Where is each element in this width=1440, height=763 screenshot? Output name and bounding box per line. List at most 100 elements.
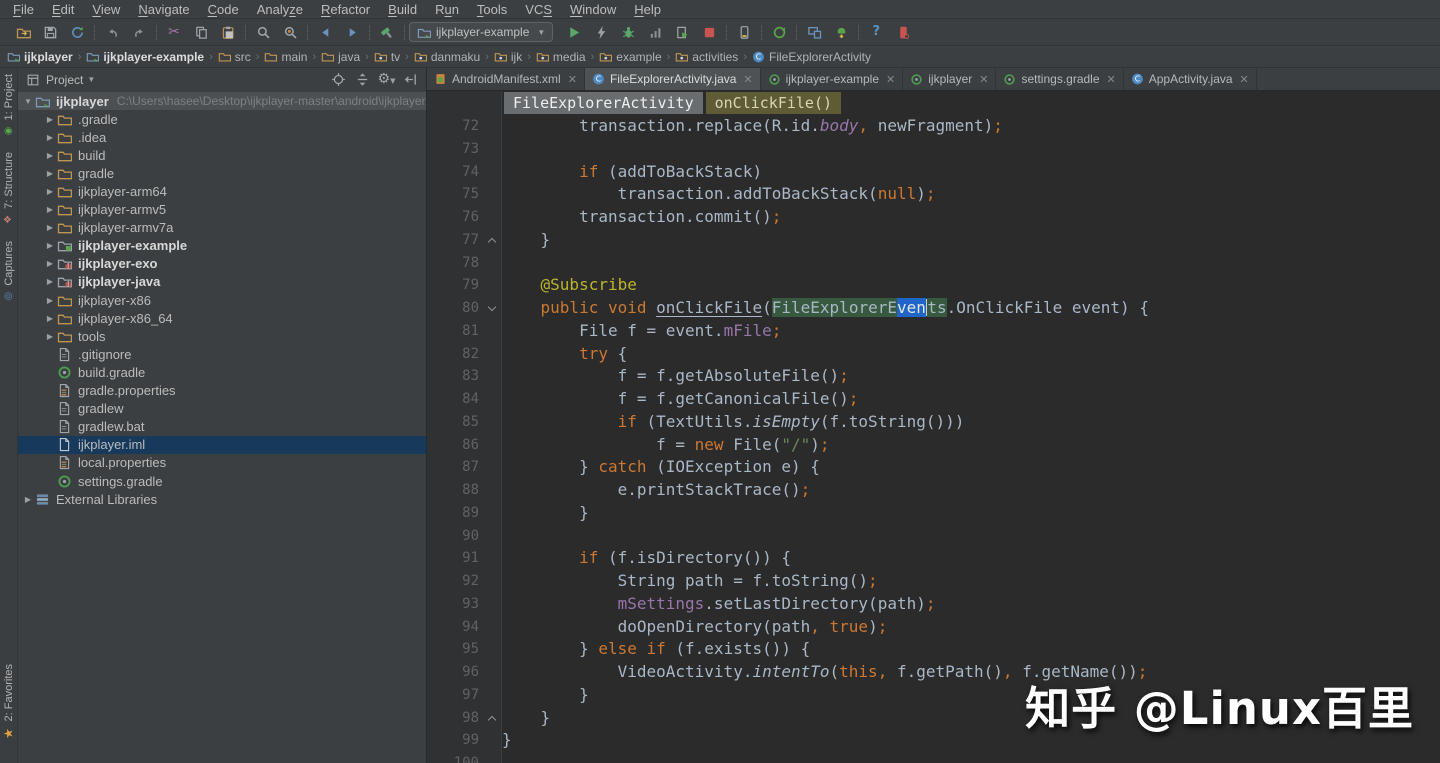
menu-item-view[interactable]: View [83,2,129,17]
tree-item-gitignore[interactable]: .gitignore [18,345,426,363]
hide-panel-icon[interactable] [403,72,418,87]
code-line-81[interactable]: File f = event.mFile; [502,320,1440,343]
tab-appactivity-java[interactable]: C AppActivity.java ✕ [1123,68,1257,90]
open-icon[interactable] [15,24,31,40]
code-line-83[interactable]: f = f.getAbsoluteFile(); [502,365,1440,388]
breadcrumb-item-media[interactable]: media [535,50,587,64]
code-line-86[interactable]: f = new File("/"); [502,434,1440,457]
code-line-79[interactable]: @Subscribe [502,274,1440,297]
back-icon[interactable] [317,24,333,40]
attach-icon[interactable] [674,24,690,40]
menu-item-code[interactable]: Code [199,2,248,17]
code-line-75[interactable]: transaction.addToBackStack(null); [502,183,1440,206]
tree-item-settings-gradle[interactable]: settings.gradle [18,472,426,490]
close-icon[interactable]: ✕ [1240,73,1249,86]
code-line-88[interactable]: e.printStackTrace(); [502,479,1440,502]
tree-item-gradlew[interactable]: gradlew [18,400,426,418]
menu-item-refactor[interactable]: Refactor [312,2,379,17]
gear-icon[interactable]: ⚙▼ [378,71,396,87]
chevron-right-icon[interactable]: ▶ [45,205,55,214]
stop-icon[interactable] [701,24,717,40]
tab-settings-gradle[interactable]: settings.gradle ✕ [996,68,1124,90]
breadcrumb-item-ijkplayer-example[interactable]: ijkplayer-example [85,50,205,64]
code-line-78[interactable] [502,252,1440,275]
close-icon[interactable]: ✕ [886,73,895,86]
tool-window-button-captures[interactable]: ◎ Captures [3,241,15,302]
debug-icon[interactable] [620,24,636,40]
chevron-right-icon[interactable]: ▶ [45,133,55,142]
chevron-right-icon[interactable]: ▶ [45,314,55,323]
tree-item-ijkplayer-java[interactable]: ▶ ijkplayer-java [18,273,426,291]
run-icon[interactable] [566,24,582,40]
build-icon[interactable] [379,24,395,40]
code-line-93[interactable]: mSettings.setLastDirectory(path); [502,593,1440,616]
breadcrumb-item-ijkplayer[interactable]: ijkplayer [6,50,74,64]
find-icon[interactable] [255,24,271,40]
gradle-sync-icon[interactable] [771,24,787,40]
tree-item-idea[interactable]: ▶ .idea [18,128,426,146]
code-line-92[interactable]: String path = f.toString(); [502,570,1440,593]
tree-item-ijkplayer[interactable]: ▼ ijkplayer C:\Users\hasee\Desktop\ijkplay… [18,92,426,111]
code-line-76[interactable]: transaction.commit(); [502,206,1440,229]
tool-window-button-2-favorites[interactable]: ★ 2: Favorites [1,664,15,740]
menu-item-help[interactable]: Help [625,2,670,17]
collapse-all-icon[interactable] [355,72,370,87]
close-icon[interactable]: ✕ [743,73,752,86]
tree-item-build-gradle[interactable]: build.gradle [18,363,426,381]
tree-item-ijkplayer-armv7a[interactable]: ▶ ijkplayer-armv7a [18,219,426,237]
chevron-right-icon[interactable]: ▶ [23,495,33,504]
tab-androidmanifest-xml[interactable]: AndroidManifest.xml ✕ [427,68,585,90]
tree-item-gradle[interactable]: ▶ gradle [18,164,426,182]
tree-item-gradlew-bat[interactable]: gradlew.bat [18,418,426,436]
chevron-right-icon[interactable]: ▶ [45,259,55,268]
breadcrumb-item-tv[interactable]: tv [373,50,401,64]
code-line-95[interactable]: } else if (f.exists()) { [502,638,1440,661]
code-line-85[interactable]: if (TextUtils.isEmpty(f.toString())) [502,411,1440,434]
menu-item-window[interactable]: Window [561,2,625,17]
redo-icon[interactable] [131,24,147,40]
close-icon[interactable]: ✕ [1107,73,1116,86]
tab-ijkplayer-example[interactable]: ijkplayer-example ✕ [760,68,904,90]
code-line-90[interactable] [502,525,1440,548]
fold-marker-icon[interactable] [488,714,497,723]
code-line-77[interactable]: } [502,229,1440,252]
sync-icon[interactable] [69,24,85,40]
help-icon[interactable]: ? [868,24,884,40]
tab-ijkplayer[interactable]: ijkplayer ✕ [903,68,997,90]
code-surface[interactable]: FileExplorerActivity onClickFile() trans… [502,91,1440,763]
fold-marker-icon[interactable] [488,304,497,313]
coverage-icon[interactable] [593,24,609,40]
breadcrumb-item-fileexploreractivity[interactable]: C FileExplorerActivity [751,50,872,64]
run-configuration-select[interactable]: ijkplayer-example ▼ [409,22,554,42]
locate-icon[interactable] [331,72,346,87]
tree-item-gradle[interactable]: ▶ .gradle [18,110,426,128]
tree-item-ijkplayer-exo[interactable]: ▶ ijkplayer-exo [18,255,426,273]
code-line-84[interactable]: f = f.getCanonicalFile(); [502,388,1440,411]
tree-item-tools[interactable]: ▶ tools [18,327,426,345]
tree-item-ijkplayer-example[interactable]: ▶ ijkplayer-example [18,237,426,255]
close-icon[interactable]: ✕ [568,73,577,86]
breadcrumb-item-ijk[interactable]: ijk [493,50,523,64]
tree-item-ijkplayer-armv5[interactable]: ▶ ijkplayer-armv5 [18,201,426,219]
code-line-82[interactable]: try { [502,343,1440,366]
save-all-icon[interactable] [42,24,58,40]
menu-item-vcs[interactable]: VCS [516,2,561,17]
tool-window-button-1-project[interactable]: ◉ 1: Project [3,74,15,136]
code-line-100[interactable] [502,752,1440,763]
code-line-72[interactable]: transaction.replace(R.id.body, newFragme… [502,115,1440,138]
chevron-right-icon[interactable]: ▶ [45,241,55,250]
tree-item-ijkplayer-x86[interactable]: ▶ ijkplayer-x86 [18,291,426,309]
breadcrumb-item-main[interactable]: main [263,50,308,64]
code-line-73[interactable] [502,138,1440,161]
tool-window-button-7-structure[interactable]: ❖ 7: Structure [3,152,15,225]
menu-item-tools[interactable]: Tools [468,2,516,17]
code-line-89[interactable]: } [502,502,1440,525]
breadcrumb-item-example[interactable]: example [598,50,662,64]
forward-icon[interactable] [344,24,360,40]
tree-item-ijkplayer-x86-64[interactable]: ▶ ijkplayer-x86_64 [18,309,426,327]
sdk-manager-icon[interactable] [833,24,849,40]
copy-icon[interactable] [193,24,209,40]
tree-item-ijkplayer-iml[interactable]: ijkplayer.iml [18,435,426,454]
tab-fileexploreractivity-java[interactable]: C FileExplorerActivity.java ✕ [584,68,761,90]
tree-item-local-properties[interactable]: local.properties [18,454,426,472]
